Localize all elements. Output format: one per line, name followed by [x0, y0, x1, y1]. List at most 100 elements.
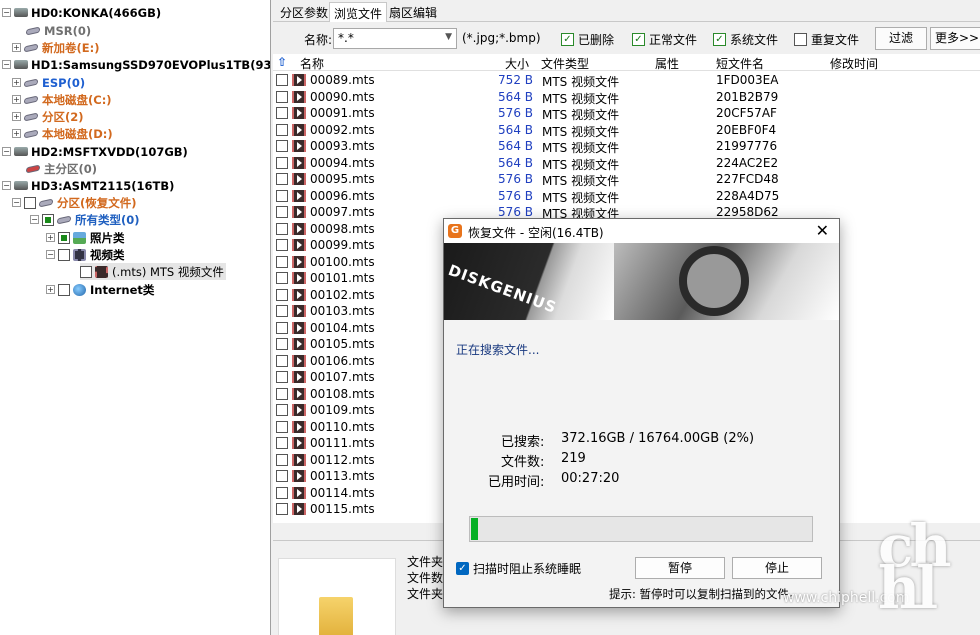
collapse-icon[interactable]: − [2, 147, 11, 156]
row-checkbox[interactable] [276, 305, 288, 317]
row-checkbox[interactable] [276, 338, 288, 350]
system-files-checkbox[interactable]: ✓ 系统文件 [713, 31, 778, 48]
tree-node-hd2[interactable]: − HD2:MSFTXVDD(107GB) [2, 143, 188, 160]
row-checkbox[interactable] [276, 486, 288, 499]
row-checkbox[interactable] [276, 371, 288, 383]
row-checkbox[interactable] [276, 239, 288, 251]
tree-node-part2[interactable]: + 分区(2) [12, 108, 84, 125]
more-button[interactable]: 更多>> [930, 27, 980, 50]
tree-node-hd3[interactable]: − HD3:ASMT2115(16TB) [2, 177, 174, 194]
row-checkbox[interactable] [276, 107, 288, 119]
pause-button[interactable]: 暂停 [635, 557, 725, 579]
tree-node-local-d[interactable]: + 本地磁盘(D:) [12, 125, 113, 142]
tab-sector-edit[interactable]: 扇区编辑 [385, 2, 441, 22]
tree-node-hd0[interactable]: − HD0:KONKA(466GB) [2, 4, 161, 21]
checkbox[interactable] [58, 248, 70, 261]
col-attr[interactable]: 属性 [655, 55, 679, 72]
duplicate-files-checkbox[interactable]: 重复文件 [794, 31, 859, 48]
row-checkbox[interactable] [276, 156, 288, 169]
collapse-icon[interactable]: − [2, 60, 11, 69]
expand-icon[interactable]: + [12, 78, 21, 87]
row-checkbox[interactable] [276, 453, 288, 466]
row-checkbox[interactable] [276, 404, 288, 416]
expand-icon[interactable]: + [12, 43, 21, 52]
checkbox[interactable] [24, 196, 36, 209]
row-checkbox[interactable] [276, 288, 288, 301]
checkmark-icon: ✓ [713, 33, 726, 46]
row-checkbox[interactable] [276, 503, 288, 515]
collapse-icon[interactable]: − [2, 181, 11, 190]
tree-node-recovered[interactable]: − 分区(恢复文件) [12, 194, 137, 211]
table-row[interactable]: 00096.mts 576 B MTS 视频文件 228A4D75 [273, 188, 980, 205]
row-checkbox[interactable] [276, 354, 288, 367]
row-checkbox[interactable] [276, 222, 288, 235]
close-icon[interactable]: ✕ [816, 221, 829, 240]
row-checkbox[interactable] [276, 255, 288, 268]
col-name[interactable]: 名称 [300, 55, 324, 72]
expand-icon[interactable]: + [12, 129, 21, 138]
collapse-icon[interactable]: − [46, 250, 55, 259]
expand-icon[interactable]: + [12, 112, 21, 121]
row-checkbox[interactable] [276, 321, 288, 334]
row-checkbox[interactable] [276, 420, 288, 433]
row-checkbox[interactable] [276, 387, 288, 400]
tab-browse-files[interactable]: 浏览文件 [329, 2, 388, 22]
prevent-sleep-checkbox[interactable]: ✓ 扫描时阻止系统睡眠 [456, 560, 581, 577]
collapse-icon[interactable]: − [12, 198, 21, 207]
checkbox[interactable] [58, 283, 70, 296]
tree-node-msr[interactable]: MSR(0) [12, 22, 91, 39]
table-row[interactable]: 00092.mts 564 B MTS 视频文件 20EBF0F4 [273, 122, 980, 139]
table-row[interactable]: 00090.mts 564 B MTS 视频文件 201B2B79 [273, 89, 980, 106]
tree-node-hd1[interactable]: − HD1:SamsungSSD970EVOPlus1TB(932G [2, 56, 270, 73]
name-filter-combobox[interactable]: *.* ▼ [333, 28, 457, 49]
row-checkbox[interactable] [276, 90, 288, 103]
expand-icon[interactable]: + [46, 285, 55, 294]
expand-icon[interactable]: + [12, 95, 21, 104]
checkbox-partial[interactable] [42, 213, 54, 226]
up-arrow-icon[interactable]: ⇧ [277, 55, 287, 69]
row-checkbox[interactable] [276, 437, 288, 449]
filter-button[interactable]: 过滤 [875, 27, 927, 50]
file-type: MTS 视频文件 [542, 157, 620, 172]
collapse-icon[interactable]: − [30, 215, 39, 224]
row-checkbox[interactable] [276, 206, 288, 218]
chevron-down-icon[interactable]: ▼ [445, 32, 452, 42]
file-name: 00104.mts [310, 320, 375, 335]
normal-files-checkbox[interactable]: ✓ 正常文件 [632, 31, 697, 48]
deleted-checkbox[interactable]: ✓ 已删除 [561, 31, 614, 48]
file-name: 00109.mts [310, 403, 375, 417]
disk-icon [14, 60, 28, 69]
row-checkbox[interactable] [276, 470, 288, 482]
table-row[interactable]: 00094.mts 564 B MTS 视频文件 224AC2E2 [273, 155, 980, 172]
row-checkbox[interactable] [276, 140, 288, 152]
row-checkbox[interactable] [276, 74, 288, 86]
tree-node-esp[interactable]: + ESP(0) [12, 74, 85, 91]
row-checkbox[interactable] [276, 189, 288, 202]
tree-node-videos[interactable]: − 视频类 [46, 246, 125, 263]
tree-node-internet[interactable]: + Internet类 [46, 281, 154, 298]
col-type[interactable]: 文件类型 [541, 55, 589, 72]
mts-file-icon [292, 74, 306, 86]
expand-icon[interactable]: + [46, 233, 55, 242]
tab-partition-params[interactable]: 分区参数 [276, 2, 332, 22]
table-row[interactable]: 00093.mts 564 B MTS 视频文件 21997776 [273, 138, 980, 155]
stop-button[interactable]: 停止 [732, 557, 822, 579]
col-size[interactable]: 大小 [505, 55, 529, 72]
tree-node-alltypes[interactable]: − 所有类型(0) [30, 211, 140, 228]
row-checkbox[interactable] [276, 173, 288, 185]
table-row[interactable]: 00091.mts 576 B MTS 视频文件 20CF57AF [273, 105, 980, 122]
tree-node-local-c[interactable]: + 本地磁盘(C:) [12, 91, 112, 108]
tree-node-mts[interactable]: (.mts) MTS 视频文件 [80, 263, 226, 280]
collapse-icon[interactable]: − [2, 8, 11, 17]
tree-node-newvol[interactable]: + 新加卷(E:) [12, 39, 99, 56]
col-short-name[interactable]: 短文件名 [716, 55, 764, 72]
tree-node-primary[interactable]: 主分区(0) [12, 160, 97, 177]
table-row[interactable]: 00095.mts 576 B MTS 视频文件 227FCD48 [273, 171, 980, 188]
row-checkbox[interactable] [276, 272, 288, 284]
checkbox[interactable] [80, 265, 92, 278]
col-modified[interactable]: 修改时间 [830, 55, 878, 72]
tree-node-photos[interactable]: + 照片类 [46, 229, 125, 246]
row-checkbox[interactable] [276, 123, 288, 136]
table-row[interactable]: 00089.mts 752 B MTS 视频文件 1FD003EA [273, 72, 980, 89]
checkbox-partial[interactable] [58, 231, 70, 244]
